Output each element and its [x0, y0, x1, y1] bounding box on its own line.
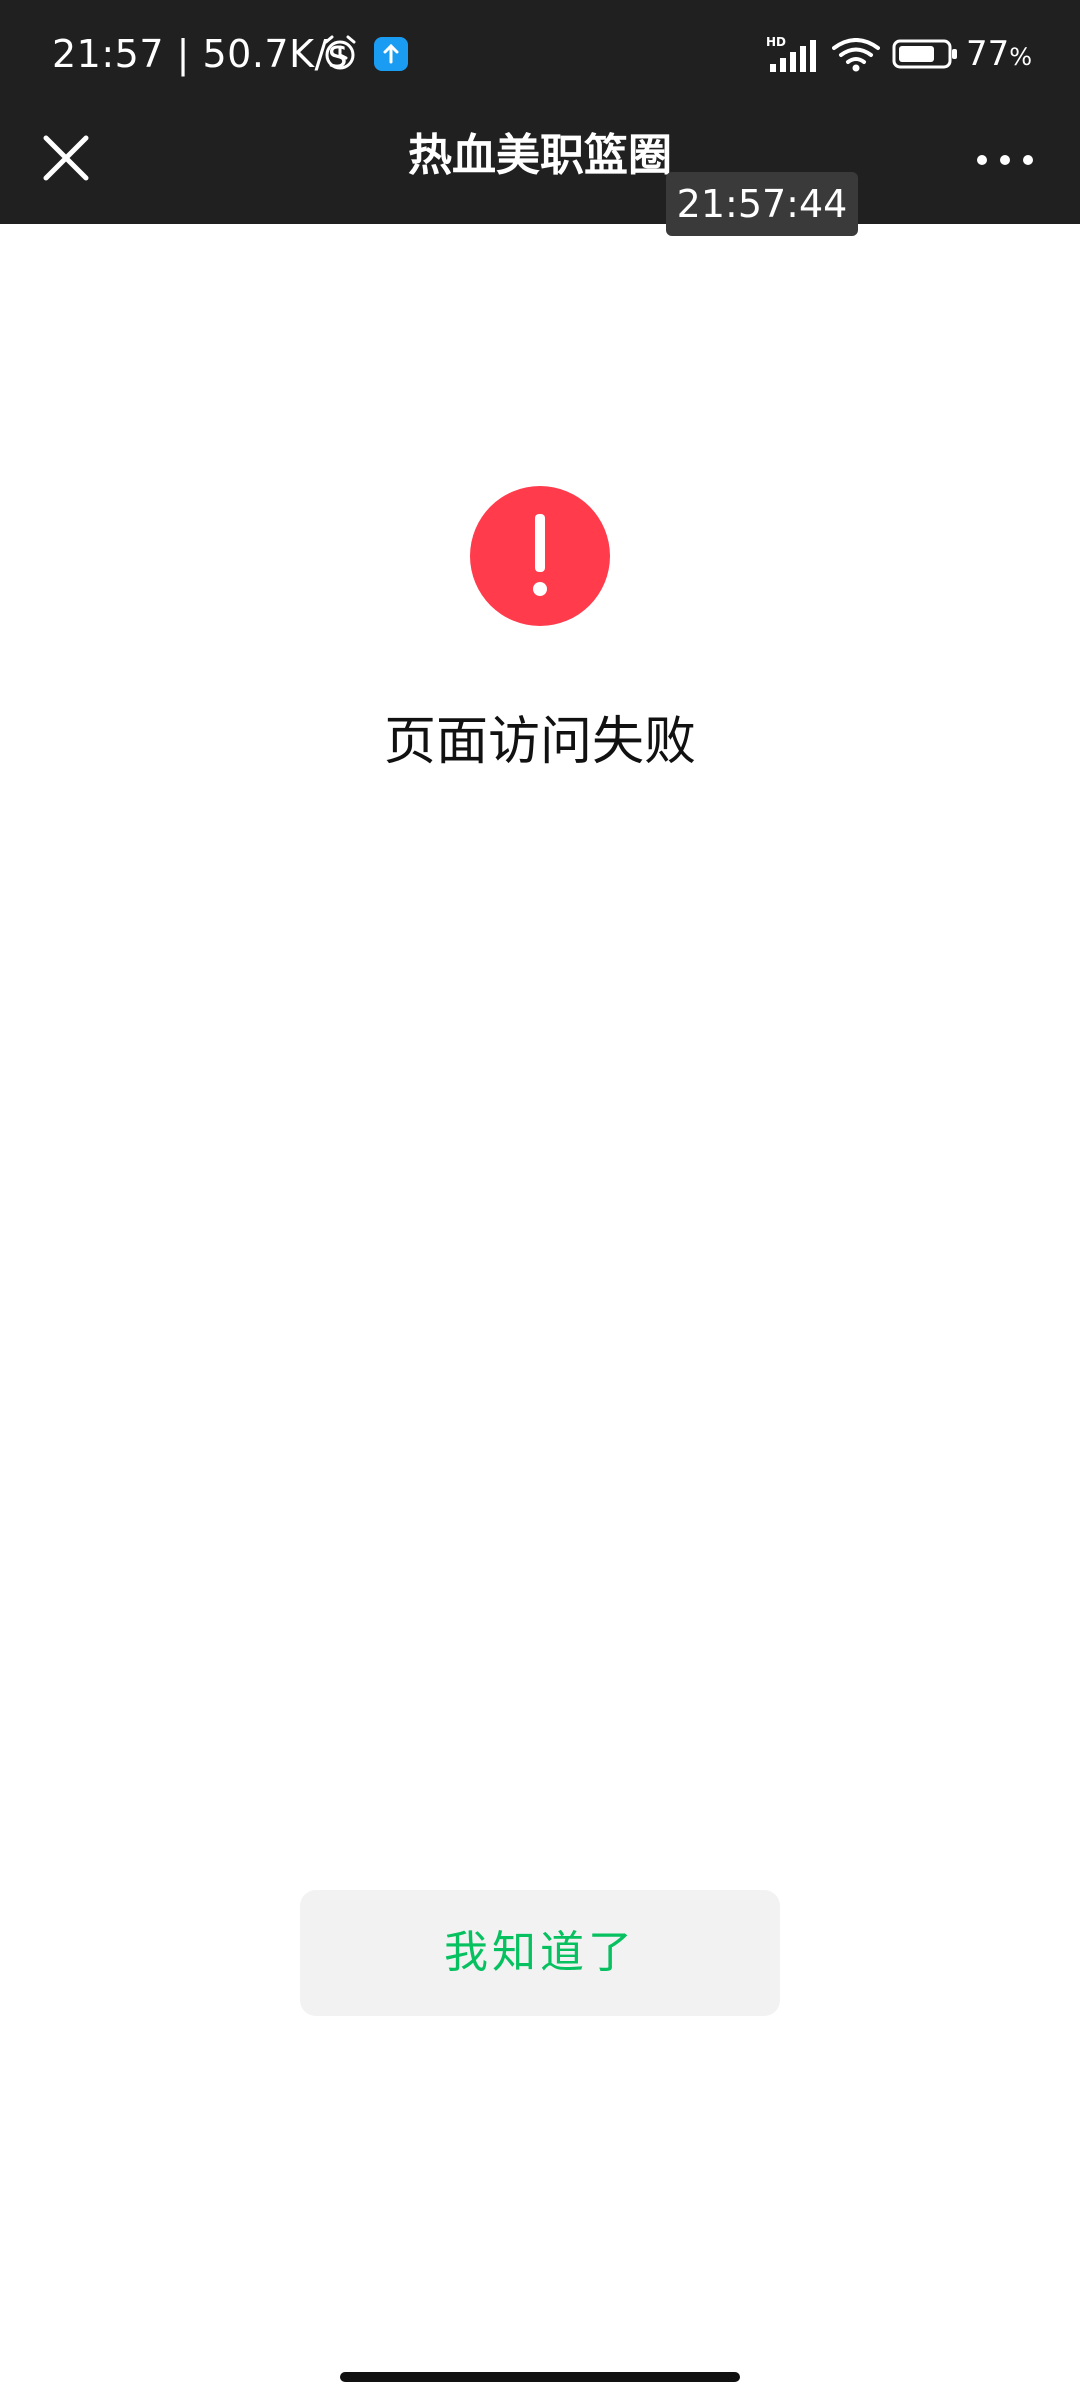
status-time-network-speed: 21:57 | 50.7K/s [52, 32, 349, 76]
acknowledge-button[interactable]: 我知道了 [300, 1890, 780, 2016]
home-indicator[interactable] [340, 2372, 740, 2382]
top-bar: 21:57 | 50.7K/s HD 77% 热血美职篮圈 [0, 0, 1080, 224]
more-button[interactable] [970, 140, 1040, 180]
error-message: 页面访问失败 [383, 712, 696, 772]
close-icon [43, 135, 89, 181]
signal-hd-label: HD [766, 35, 786, 49]
alarm-icon [324, 35, 356, 70]
timestamp-overlay: 21:57:44 [666, 172, 858, 236]
error-exclamation-icon [470, 486, 610, 626]
battery-percent-value: 77 [966, 34, 1010, 74]
upload-app-icon [374, 37, 408, 71]
battery-percent-sign: % [1009, 43, 1033, 71]
more-icon [977, 155, 1033, 165]
wifi-icon [832, 38, 880, 72]
battery-icon [892, 39, 957, 69]
close-button[interactable] [36, 128, 96, 188]
signal-icon: HD [766, 35, 816, 72]
battery-percentage: 77% [966, 32, 1032, 79]
